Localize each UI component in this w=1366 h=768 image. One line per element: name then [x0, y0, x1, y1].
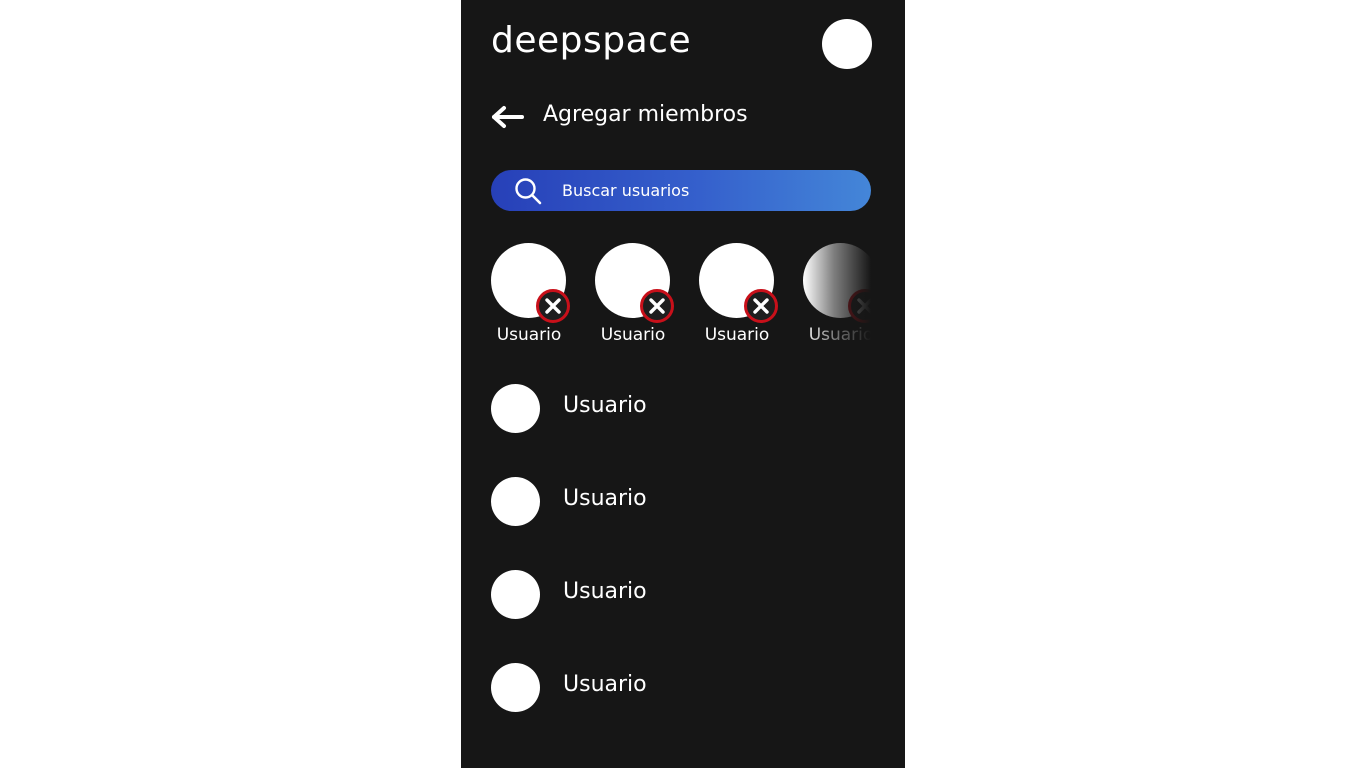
user-name: Usuario	[563, 579, 647, 604]
selected-member-name: Usuario	[496, 325, 562, 345]
selected-member-name: Usuario	[808, 325, 871, 345]
avatar	[491, 663, 540, 712]
profile-avatar[interactable]	[822, 19, 872, 69]
selected-member: Usuario	[699, 243, 778, 353]
close-icon	[649, 298, 665, 314]
selected-member-name: Usuario	[600, 325, 666, 345]
avatar	[491, 477, 540, 526]
arrow-left-icon	[492, 106, 524, 128]
brand-logo: deepspace	[491, 20, 692, 61]
search-input[interactable]	[562, 170, 852, 211]
list-item[interactable]: Usuario	[491, 477, 875, 527]
list-item[interactable]: Usuario	[491, 663, 875, 713]
selected-member: Usuario	[803, 243, 871, 353]
remove-member-button[interactable]	[848, 289, 871, 323]
app-screen: deepspace Agregar miembros Usuario	[461, 0, 905, 768]
remove-member-button[interactable]	[536, 289, 570, 323]
avatar	[491, 384, 540, 433]
close-icon	[857, 298, 871, 314]
selected-member: Usuario	[491, 243, 570, 353]
remove-member-button[interactable]	[640, 289, 674, 323]
page-title: Agregar miembros	[543, 102, 748, 127]
selected-members-strip[interactable]: Usuario Usuario Usuario Usuario	[491, 243, 871, 353]
search-bar[interactable]	[491, 170, 871, 211]
back-button[interactable]	[491, 104, 525, 130]
list-item[interactable]: Usuario	[491, 570, 875, 620]
search-icon	[515, 178, 542, 205]
close-icon	[753, 298, 769, 314]
user-name: Usuario	[563, 672, 647, 697]
selected-member-name: Usuario	[704, 325, 770, 345]
list-item[interactable]: Usuario	[491, 384, 875, 434]
close-icon	[545, 298, 561, 314]
selected-member: Usuario	[595, 243, 674, 353]
remove-member-button[interactable]	[744, 289, 778, 323]
user-name: Usuario	[563, 486, 647, 511]
avatar	[491, 570, 540, 619]
user-name: Usuario	[563, 393, 647, 418]
page-header: Agregar miembros	[491, 96, 875, 136]
